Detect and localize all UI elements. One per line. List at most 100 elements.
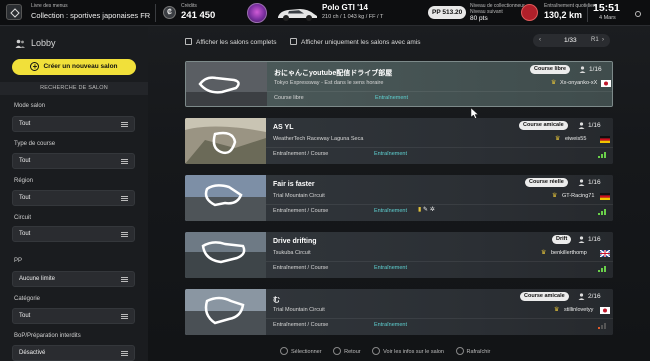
divider [587,4,588,22]
room-name: AS YL [273,124,294,131]
track-thumbnail [185,289,266,335]
daily-workout-value: 130,2 km [544,10,583,20]
search-header: RECHERCHE DE SALON [0,82,148,95]
player-count: 2/16 [588,293,601,300]
tire-icon: ✲ [429,207,435,213]
filter-bop[interactable]: Désactivé [12,345,135,361]
create-room-label: Créer un nouveau salon [43,63,118,70]
room-badge: Course libre [530,65,571,74]
room-name: おにゃんこyoutube配信ドライブ部屋 [274,70,393,77]
flag-de-icon [600,136,610,143]
filter-value: Tout [19,195,31,201]
plus-icon: + [30,62,40,71]
menu-book-label: Livre des menus [31,3,68,9]
filter-category[interactable]: Tout [12,308,135,324]
checkbox-icon[interactable] [185,38,192,45]
room-type: Entraînement / Course [273,265,329,271]
room-info: AS YL WeatherTech Raceway Laguna Seca En… [266,118,613,164]
flag-gb-icon [600,250,610,257]
crown-icon: ♛ [554,307,560,313]
sidebar: Lobby + Créer un nouveau salon RECHERCHE … [0,27,148,361]
r1-hint: R1 [591,37,599,43]
avatar[interactable] [247,3,267,23]
chevron-right-icon[interactable]: › [602,37,604,43]
flag-jp-icon [600,307,610,314]
create-room-button[interactable]: + Créer un nouveau salon [12,59,136,75]
filter-value: Désactivé [19,350,46,356]
mileage-icon [521,4,538,21]
button-hints: Sélectionner Retour Voir les infos sur l… [280,347,490,355]
room-badge: Drift [552,235,572,244]
filter-room-mode[interactable]: Tout [12,116,135,132]
person-icon [578,179,585,186]
signal-icon [598,322,608,329]
clock-date: 4 Mars [599,15,616,21]
room-mode: Entraînement [374,265,408,271]
crown-icon: ♛ [552,193,558,199]
gt-logo-icon[interactable] [6,4,22,20]
room-card[interactable]: AS YL WeatherTech Raceway Laguna Seca En… [185,118,613,164]
gear-icon[interactable] [635,11,641,17]
room-info: む Trial Mountain Circuit Entraînement / … [266,289,613,335]
room-type: Course libre [274,95,304,101]
chevron-left-icon[interactable]: ‹ [539,37,541,43]
divider [266,147,613,148]
hint-refresh: Rafraîchir [466,349,491,355]
flag-de-icon [600,193,610,200]
room-info: Fair is faster Trial Mountain Circuit En… [266,175,613,221]
room-type: Entraînement / Course [273,208,329,214]
room-track: Tsukuba Circuit [273,250,311,256]
page-title: Lobby [31,38,56,48]
credits-value: 241 450 [181,10,216,21]
room-type: Entraînement / Course [273,322,329,328]
host-name: eiweis55 [565,136,587,142]
filter-label-race-type: Type de course [14,141,56,147]
friends-only-option[interactable]: Afficher uniquement les salons avec amis [290,38,420,46]
show-full-rooms-option[interactable]: Afficher les salons complets [185,38,276,46]
top-bar: Livre des menus Collection : sportives j… [0,0,650,26]
settings-icons: ▮ ✎ ✲ [418,206,435,213]
room-mode: Entraînement [375,95,409,101]
car-model: Polo GTI '14 [322,3,368,12]
room-badge: Course réelle [525,178,568,187]
signal-icon [598,208,608,215]
filter-value: Tout [19,231,31,237]
people-icon [15,39,25,48]
wrench-icon: ✎ [422,207,429,213]
filter-value: Tout [19,313,31,319]
room-track: Trial Mountain Circuit [273,307,325,313]
lobby-screen: Livre des menus Collection : sportives j… [0,0,650,361]
filter-label-circuit: Circuit [14,215,32,221]
player-count: 1/16 [588,236,601,243]
circle-button-icon [333,347,342,355]
room-badge: Course amicale [520,292,569,301]
room-card[interactable]: Drive drifting Tsukuba Circuit Entraînem… [185,232,613,278]
room-mode: Entraînement [374,151,408,157]
room-mode: Entraînement [374,322,408,328]
cursor-icon [471,108,479,119]
filter-value: Tout [19,121,31,127]
room-track: Tokyo Expressway - Est dans le sens hora… [274,80,384,86]
filter-pp[interactable]: Aucune limite [12,271,135,287]
credits-label: Crédits [181,3,197,9]
filter-label-region: Région [14,178,34,184]
room-card[interactable]: おにゃんこyoutube配信ドライブ部屋 Tokyo Expressway - … [185,61,613,107]
crown-icon: ♛ [555,136,561,142]
filter-race-type[interactable]: Tout [12,153,135,169]
player-count: 1/16 [588,179,601,186]
divider [266,318,613,319]
page-indicator: 1/33 [564,37,577,44]
option-label: Afficher les salons complets [196,39,277,46]
car-icon[interactable] [274,3,320,23]
option-label: Afficher uniquement les salons avec amis [301,39,421,46]
room-card[interactable]: Fair is faster Trial Mountain Circuit En… [185,175,613,221]
checkbox-icon[interactable] [290,38,297,45]
room-card[interactable]: む Trial Mountain Circuit Entraînement / … [185,289,613,335]
divider [267,91,612,92]
track-thumbnail [185,232,266,278]
track-thumbnail [185,118,266,164]
filter-region[interactable]: Tout [12,190,135,206]
track-thumbnail [186,62,267,106]
filter-circuit[interactable]: Tout [12,226,135,242]
person-icon [578,236,585,243]
